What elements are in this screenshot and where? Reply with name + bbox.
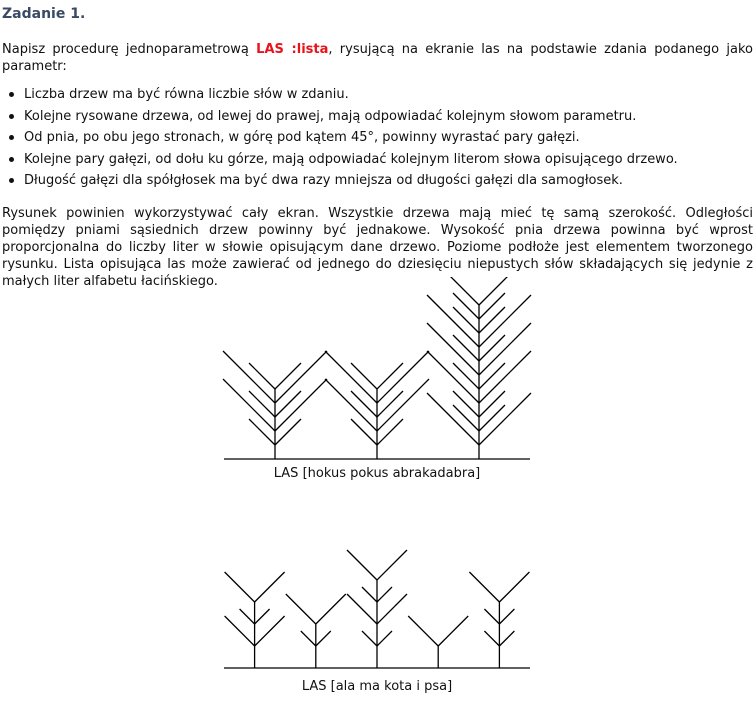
- tree-branch-right: [478, 306, 506, 334]
- procedure-keyword: LAS :lista: [256, 42, 329, 57]
- forest-figure-2: [219, 488, 535, 671]
- forest-figure-1: [219, 277, 535, 463]
- figure-caption-1: LAS [hokus pokus abrakadabra]: [273, 466, 481, 481]
- tree-branch-left: [426, 350, 480, 404]
- tree-branch-right: [376, 549, 408, 581]
- tree-branch-right: [478, 334, 506, 362]
- tree-branch-right: [315, 593, 347, 625]
- tree-branch-left: [483, 608, 500, 625]
- tree-branch-right: [478, 322, 532, 376]
- tree-branch-right: [376, 418, 404, 446]
- forest-drawing-2: [224, 549, 530, 669]
- tree-branch-left: [452, 334, 480, 362]
- forest-drawing-1: [222, 277, 532, 460]
- tree-branch-right: [478, 392, 532, 446]
- tree-branch-left: [222, 378, 276, 432]
- tree-branch-left: [361, 586, 378, 603]
- tree-branch-left: [407, 615, 439, 647]
- tree-branch-right: [376, 593, 408, 625]
- task-title: Zadanie 1.: [2, 6, 86, 22]
- tree-branch-right: [254, 571, 286, 603]
- tree-branch-right: [376, 378, 430, 432]
- tree-branch-right: [478, 362, 506, 390]
- tree-branch-left: [346, 549, 378, 581]
- task-intro: Napisz procedurę jednoparametrową LAS :l…: [2, 41, 753, 75]
- tree-branch-left: [350, 362, 378, 390]
- tree-branch-left: [426, 322, 480, 376]
- tree-branch-left: [324, 378, 378, 432]
- intro-text-before: Napisz procedurę jednoparametrową: [2, 42, 257, 57]
- tree-branch-right: [376, 390, 404, 418]
- rule-item: Kolejne pary gałęzi, od dołu ku górze, m…: [2, 151, 678, 173]
- tree-branch-right: [376, 350, 430, 404]
- tree-branch-right: [274, 378, 328, 432]
- tree-branch-left: [350, 418, 378, 446]
- tree-branch-left: [224, 571, 256, 603]
- tree-branch-left: [346, 593, 378, 625]
- tree-branch-left: [452, 404, 480, 432]
- tree-branch-right: [478, 292, 506, 320]
- tree-branch-left: [452, 306, 480, 334]
- tree-branch-right: [478, 404, 506, 432]
- tree-branch-right: [376, 586, 393, 603]
- tree-branch-left: [248, 362, 276, 390]
- tree-branch-right: [478, 294, 532, 348]
- tree-branch-right: [498, 608, 515, 625]
- tree-branch-right: [498, 630, 515, 647]
- tree-branch-left: [361, 630, 378, 647]
- tree-branch-right: [478, 390, 506, 418]
- tree-branch-left: [248, 390, 276, 418]
- tree-branch-right: [315, 630, 332, 647]
- tree-branch-right: [274, 350, 328, 404]
- tree-branch-left: [350, 390, 378, 418]
- tree-branch-left: [452, 292, 480, 320]
- rule-item: Liczba drzew ma być równa liczbie słów w…: [2, 86, 678, 108]
- tree-branch-right: [376, 362, 404, 390]
- tree-branch-right: [478, 277, 508, 306]
- tree-branch-right: [274, 390, 302, 418]
- tree-branch-left: [300, 630, 317, 647]
- tree-branch-right: [478, 350, 532, 404]
- tree-branch-left: [452, 362, 480, 390]
- figure-caption-2: LAS [ala ma kota i psa]: [301, 679, 453, 694]
- rules-list: Liczba drzew ma być równa liczbie słów w…: [2, 86, 678, 194]
- tree-branch-left: [426, 392, 480, 446]
- task-page: Zadanie 1. Napisz procedurę jednoparamet…: [0, 0, 753, 701]
- tree-branch-left: [222, 350, 276, 404]
- tree-branch-right: [274, 418, 302, 446]
- tree-branch-left: [426, 294, 480, 348]
- tree-branch-right: [274, 362, 302, 390]
- tree-branch-left: [324, 350, 378, 404]
- tree-branch-left: [248, 418, 276, 446]
- tree-branch-right: [376, 630, 393, 647]
- tree-branch-left: [224, 615, 256, 647]
- tree-branch-right: [437, 615, 469, 647]
- rule-item: Kolejne rysowane drzewa, od lewej do pra…: [2, 108, 678, 130]
- rule-item: Długość gałęzi dla spółgłosek ma być dwa…: [2, 172, 678, 194]
- tree-branch-left: [468, 571, 500, 603]
- tree-branch-left: [452, 390, 480, 418]
- tree-branch-right: [254, 608, 271, 625]
- tree-branch-right: [498, 571, 530, 603]
- tree-branch-left: [450, 277, 480, 306]
- tree-branch-right: [254, 615, 286, 647]
- rule-item: Od pnia, po obu jego stronach, w górę po…: [2, 129, 678, 151]
- tree-branch-left: [239, 608, 256, 625]
- tree-branch-left: [285, 593, 317, 625]
- tree-branch-left: [483, 630, 500, 647]
